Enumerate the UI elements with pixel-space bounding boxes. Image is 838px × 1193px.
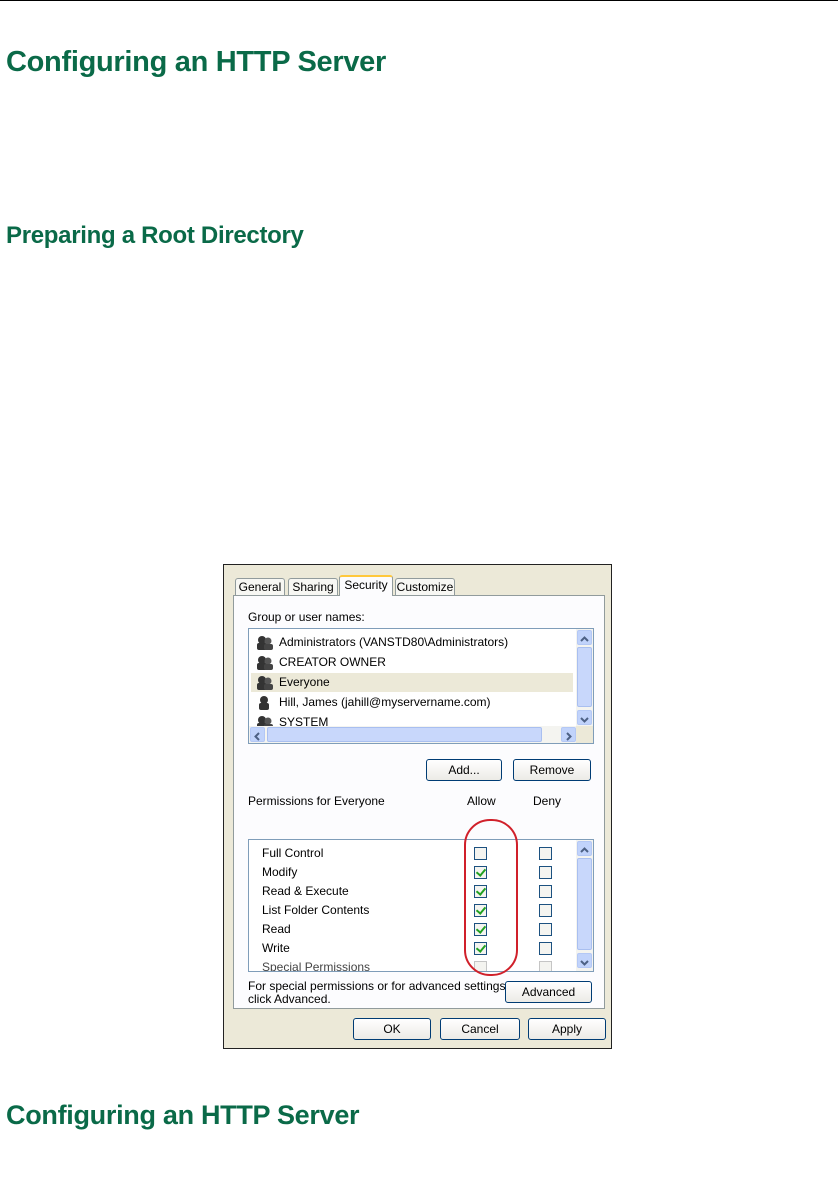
user-name: Hill, James (jahill@myservername.com) [279, 695, 491, 709]
list-item[interactable]: Administrators (VANSTD80\Administrators) [251, 633, 573, 652]
deny-full-control-checkbox[interactable] [539, 847, 552, 860]
page-top-rule [0, 0, 838, 1]
permission-name: List Folder Contents [262, 903, 370, 917]
user-name: Administrators (VANSTD80\Administrators) [279, 635, 509, 649]
permission-name: Write [262, 941, 290, 955]
list-item[interactable]: Hill, James (jahill@myservername.com) [251, 693, 573, 712]
permission-name: Read & Execute [262, 884, 349, 898]
allow-column-highlight [464, 819, 518, 976]
scroll-up-icon[interactable] [577, 630, 592, 645]
page-title: Configuring an HTTP Server [6, 46, 386, 78]
special-permissions-note: For special permissions or for advanced … [248, 980, 509, 1006]
user-icon [255, 695, 275, 711]
permission-name: Read [262, 922, 291, 936]
remove-button[interactable]: Remove [513, 759, 591, 781]
section-heading-root-directory: Preparing a Root Directory [6, 222, 304, 249]
permissions-list: Full Control Modify Read & Execute List … [248, 839, 594, 972]
cancel-button[interactable]: Cancel [440, 1018, 520, 1040]
security-panel: Group or user names: Administrators (VAN… [233, 595, 605, 1009]
folder-properties-dialog: General Sharing Security Customize Group… [223, 564, 612, 1049]
user-group-icon [255, 675, 275, 691]
user-group-icon [255, 635, 275, 651]
tab-sharing[interactable]: Sharing [288, 578, 338, 595]
deny-column-header: Deny [533, 794, 562, 808]
list-item-selected[interactable]: Everyone [251, 673, 573, 692]
scroll-down-icon[interactable] [577, 710, 592, 725]
deny-read-checkbox[interactable] [539, 923, 552, 936]
scrollbar-corner [576, 726, 593, 743]
permission-name: Special Permissions [262, 960, 371, 972]
advanced-button[interactable]: Advanced [505, 981, 592, 1003]
tab-security[interactable]: Security [339, 575, 393, 596]
user-group-icon [255, 655, 275, 671]
apply-button[interactable]: Apply [528, 1018, 606, 1040]
deny-special-checkbox[interactable] [539, 961, 552, 971]
user-list-vertical-scrollbar[interactable] [576, 629, 593, 726]
scroll-thumb[interactable] [267, 727, 542, 742]
add-button[interactable]: Add... [426, 759, 502, 781]
user-name: Everyone [279, 675, 330, 689]
allow-column-header: Allow [467, 794, 496, 808]
ok-button[interactable]: OK [353, 1018, 431, 1040]
scroll-right-icon[interactable] [561, 727, 576, 742]
scroll-left-icon[interactable] [250, 727, 265, 742]
deny-write-checkbox[interactable] [539, 942, 552, 955]
permission-name: Modify [262, 865, 298, 879]
deny-read-execute-checkbox[interactable] [539, 885, 552, 898]
user-name: CREATOR OWNER [279, 655, 386, 669]
permission-name: Full Control [262, 846, 324, 860]
scroll-down-icon[interactable] [577, 953, 592, 968]
list-item[interactable]: CREATOR OWNER [251, 653, 573, 672]
permissions-label: Permissions for Everyone [248, 794, 385, 808]
scroll-up-icon[interactable] [577, 841, 592, 856]
scroll-thumb[interactable] [577, 858, 592, 950]
group-or-user-names-label: Group or user names: [248, 610, 365, 624]
user-list-horizontal-scrollbar[interactable] [249, 726, 578, 743]
user-list[interactable]: Administrators (VANSTD80\Administrators)… [248, 628, 594, 744]
deny-modify-checkbox[interactable] [539, 866, 552, 879]
scroll-thumb[interactable] [577, 647, 592, 707]
deny-list-folder-checkbox[interactable] [539, 904, 552, 917]
tab-customize[interactable]: Customize [395, 578, 455, 595]
section-heading-http-server: Configuring an HTTP Server [6, 1100, 360, 1130]
special-note-line: click Advanced. [248, 992, 331, 1006]
permissions-vertical-scrollbar[interactable] [576, 840, 593, 971]
tab-general[interactable]: General [235, 578, 285, 595]
